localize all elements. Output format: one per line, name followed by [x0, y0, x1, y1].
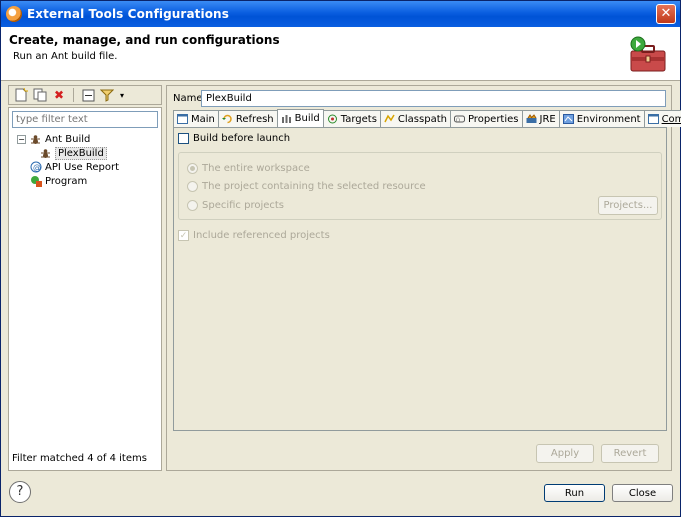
tab-label: Build — [294, 113, 320, 124]
tab-label: Refresh — [235, 113, 274, 125]
toolbox-icon — [630, 36, 666, 72]
tab-label: Targets — [340, 113, 377, 125]
tab-targets[interactable]: Targets — [322, 110, 381, 127]
toolbar-separator — [73, 88, 74, 102]
header: Create, manage, and run configurations R… — [1, 27, 680, 81]
radio-label: The entire workspace — [202, 163, 310, 174]
build-tab-content: Build before launch The entire workspace… — [173, 127, 667, 431]
tab-build[interactable]: Build — [276, 109, 324, 127]
radio-button[interactable] — [187, 181, 198, 192]
tree-item-label: PlexBuild — [55, 146, 107, 160]
svg-text:(): () — [456, 118, 460, 124]
window-title: External Tools Configurations — [27, 7, 229, 21]
include-referenced-checkbox[interactable]: ✓ Include referenced projects — [178, 230, 330, 241]
filter-input[interactable] — [12, 111, 158, 128]
classpath-icon — [384, 114, 395, 123]
filter-status: Filter matched 4 of 4 items — [12, 453, 147, 464]
checkbox-checked[interactable]: ✓ — [178, 230, 189, 241]
close-icon: ✕ — [660, 6, 672, 21]
header-title: Create, manage, and run configurations — [9, 33, 280, 47]
close-button[interactable]: Close — [612, 484, 673, 502]
ant-icon — [39, 147, 52, 159]
main-icon — [177, 114, 188, 124]
tree-item-api-use-report[interactable]: @ API Use Report — [17, 160, 119, 174]
collapse-icon[interactable]: − — [17, 134, 26, 144]
left-toolbar: ✖ ▾ — [8, 85, 162, 105]
collapse-all-icon[interactable] — [80, 87, 96, 103]
build-scope-group: The entire workspace The project contain… — [178, 152, 662, 220]
tab-common[interactable]: Common — [643, 110, 681, 127]
radio-entire-workspace[interactable]: The entire workspace — [187, 163, 310, 174]
radio-button[interactable] — [187, 163, 198, 174]
tree-item-label: Ant Build — [45, 133, 91, 145]
help-icon: ? — [16, 484, 24, 499]
radio-project-containing-resource[interactable]: The project containing the selected reso… — [187, 181, 426, 192]
name-field[interactable] — [201, 90, 666, 107]
new-config-icon[interactable] — [13, 87, 29, 103]
tab-properties[interactable]: () Properties — [449, 110, 523, 127]
config-tabs: Main Refresh Build Targets Classpath () … — [173, 109, 681, 127]
close-window-button[interactable]: ✕ — [656, 4, 676, 24]
title-bar: External Tools Configurations ✕ — [1, 1, 680, 27]
app-icon — [6, 6, 22, 22]
projects-button[interactable]: Projects... — [598, 196, 658, 215]
build-before-launch-checkbox[interactable]: Build before launch — [178, 133, 290, 144]
common-icon — [647, 114, 659, 124]
config-tree-container: − Ant Build PlexBuild @ API Us — [8, 107, 162, 471]
run-button[interactable]: Run — [544, 484, 605, 502]
build-icon — [281, 114, 291, 123]
radio-button[interactable] — [187, 200, 198, 211]
refresh-icon — [221, 114, 232, 124]
api-report-icon: @ — [29, 161, 42, 173]
tab-jre[interactable]: JRE — [521, 110, 560, 127]
dropdown-arrow-icon[interactable]: ▾ — [118, 87, 126, 103]
revert-button[interactable]: Revert — [601, 444, 659, 463]
targets-icon — [327, 114, 337, 124]
tree-item-plexbuild[interactable]: PlexBuild — [17, 146, 119, 160]
properties-icon: () — [453, 115, 465, 124]
environment-icon — [562, 114, 574, 124]
help-button[interactable]: ? — [9, 481, 31, 503]
radio-label: The project containing the selected reso… — [202, 181, 426, 192]
tree-item-program[interactable]: Program — [17, 174, 119, 188]
tab-refresh[interactable]: Refresh — [217, 110, 278, 127]
tab-label: Environment — [576, 113, 641, 125]
build-before-launch-label: Build before launch — [193, 133, 291, 144]
tab-environment[interactable]: Environment — [558, 110, 645, 127]
tab-label: Main — [191, 113, 215, 125]
radio-specific-projects[interactable]: Specific projects — [187, 200, 284, 211]
ant-icon — [29, 133, 42, 145]
window: External Tools Configurations ✕ Create, … — [0, 0, 681, 517]
config-tree: − Ant Build PlexBuild @ API Use Report P… — [17, 132, 119, 188]
filter-icon[interactable] — [99, 87, 115, 103]
tree-item-label: Program — [45, 175, 88, 187]
config-editor-panel: Name: Main Refresh Build Targets Classpa… — [166, 85, 681, 471]
checkbox[interactable] — [178, 133, 189, 144]
program-icon — [29, 175, 42, 187]
tab-label: Classpath — [397, 113, 447, 125]
tab-label: Common — [661, 113, 681, 125]
tree-item-ant-build[interactable]: − Ant Build — [17, 132, 119, 146]
jre-icon — [526, 114, 536, 123]
delete-icon[interactable]: ✖ — [51, 87, 67, 103]
tab-label: JRE — [539, 113, 556, 125]
radio-label: Specific projects — [202, 200, 285, 211]
tab-main[interactable]: Main — [173, 110, 219, 127]
duplicate-icon[interactable] — [32, 87, 48, 103]
header-subtitle: Run an Ant build file. — [13, 51, 118, 62]
config-list-panel: ✖ ▾ − Ant Build — [8, 85, 162, 471]
tab-classpath[interactable]: Classpath — [379, 110, 451, 127]
apply-button[interactable]: Apply — [536, 444, 594, 463]
tab-label: Properties — [467, 113, 519, 125]
tree-item-label: API Use Report — [45, 161, 120, 173]
include-referenced-label: Include referenced projects — [193, 230, 330, 241]
svg-text:@: @ — [33, 163, 41, 172]
